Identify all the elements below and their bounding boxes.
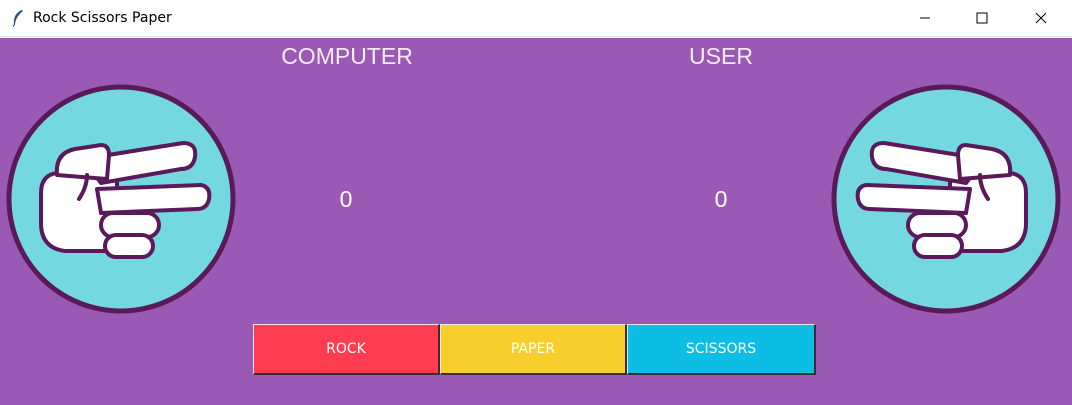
close-button[interactable] xyxy=(1012,0,1070,36)
maximize-button[interactable] xyxy=(953,0,1011,36)
maximize-icon xyxy=(976,12,988,24)
window-title: Rock Scissors Paper xyxy=(33,10,172,26)
minimize-icon xyxy=(920,17,930,19)
paper-button[interactable]: PAPER xyxy=(440,324,627,375)
game-area: COMPUTER USER 0 0 ROCK PAPER SCISSORS xyxy=(0,38,1072,405)
user-score: 0 xyxy=(714,186,728,212)
title-bar: Rock Scissors Paper xyxy=(0,0,1072,37)
hand-graphic xyxy=(831,84,1061,314)
rock-button[interactable]: ROCK xyxy=(253,324,440,375)
scissors-button[interactable]: SCISSORS xyxy=(627,324,816,375)
minimize-button[interactable] xyxy=(896,0,954,36)
feather-icon xyxy=(12,10,23,27)
user-scissors-hand-icon xyxy=(831,84,1061,314)
close-icon xyxy=(1035,12,1047,24)
hand-graphic xyxy=(6,84,236,314)
computer-label: COMPUTER xyxy=(281,43,413,69)
computer-scissors-hand-icon xyxy=(6,84,236,314)
computer-score: 0 xyxy=(339,186,353,212)
user-label: USER xyxy=(689,43,753,69)
